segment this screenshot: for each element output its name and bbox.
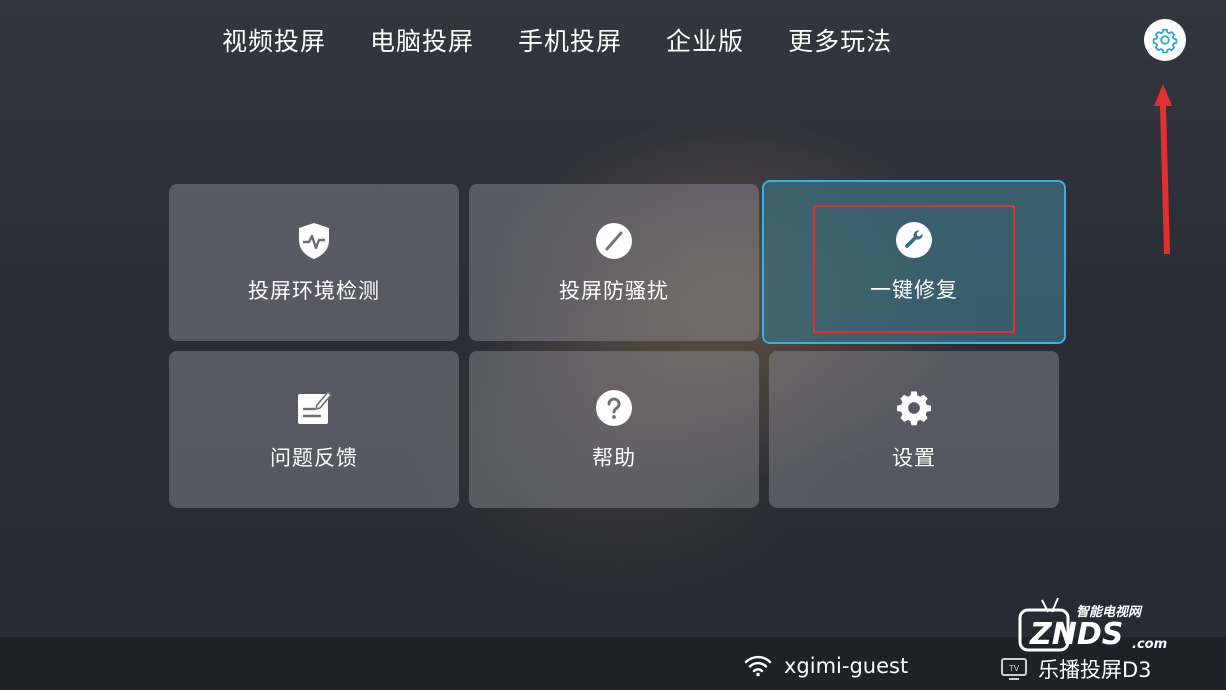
wifi-name: xgimi-guest (784, 654, 909, 678)
tile-label: 设置 (892, 445, 936, 470)
shield-check-icon (294, 221, 334, 261)
tile-label: 一键修复 (870, 278, 958, 302)
tile-label: 投屏防骚扰 (559, 278, 669, 303)
wrench-icon (894, 220, 934, 260)
block-icon (594, 221, 634, 261)
tile-help[interactable]: 帮助 (469, 351, 759, 508)
tile-label: 帮助 (592, 445, 636, 470)
wifi-icon (744, 655, 772, 677)
nav-pc-cast[interactable]: 电脑投屏 (348, 18, 496, 62)
nav-more[interactable]: 更多玩法 (766, 18, 914, 62)
settings-button[interactable] (1144, 19, 1186, 61)
top-nav: 视频投屏 电脑投屏 手机投屏 企业版 更多玩法 (200, 18, 914, 62)
tile-settings[interactable]: 设置 (769, 351, 1059, 508)
svg-text:ZNDS: ZNDS (1029, 617, 1123, 652)
nav-phone-cast[interactable]: 手机投屏 (496, 18, 644, 62)
wifi-status: xgimi-guest (744, 654, 908, 678)
gear-icon (1152, 28, 1178, 53)
tile-label: 问题反馈 (270, 445, 358, 470)
nav-video-cast[interactable]: 视频投屏 (200, 18, 348, 62)
annotation-arrow (1154, 84, 1172, 254)
svg-text:智能电视网: 智能电视网 (1076, 604, 1143, 620)
feedback-edit-icon (294, 388, 334, 428)
help-icon (594, 388, 634, 428)
nav-enterprise[interactable]: 企业版 (644, 18, 766, 62)
tile-environment-check[interactable]: 投屏环境检测 (169, 184, 459, 341)
tile-feedback[interactable]: 问题反馈 (169, 351, 459, 508)
svg-text:TV: TV (1008, 664, 1020, 673)
tile-label: 投屏环境检测 (248, 278, 380, 303)
gear-icon (894, 388, 934, 428)
tile-anti-harassment[interactable]: 投屏防骚扰 (469, 184, 759, 341)
znds-watermark-logo: ZNDS .com 智能电视网 (1018, 597, 1167, 652)
svg-text:.com: .com (1132, 637, 1167, 652)
tile-one-click-repair[interactable]: 一键修复 (762, 180, 1066, 344)
